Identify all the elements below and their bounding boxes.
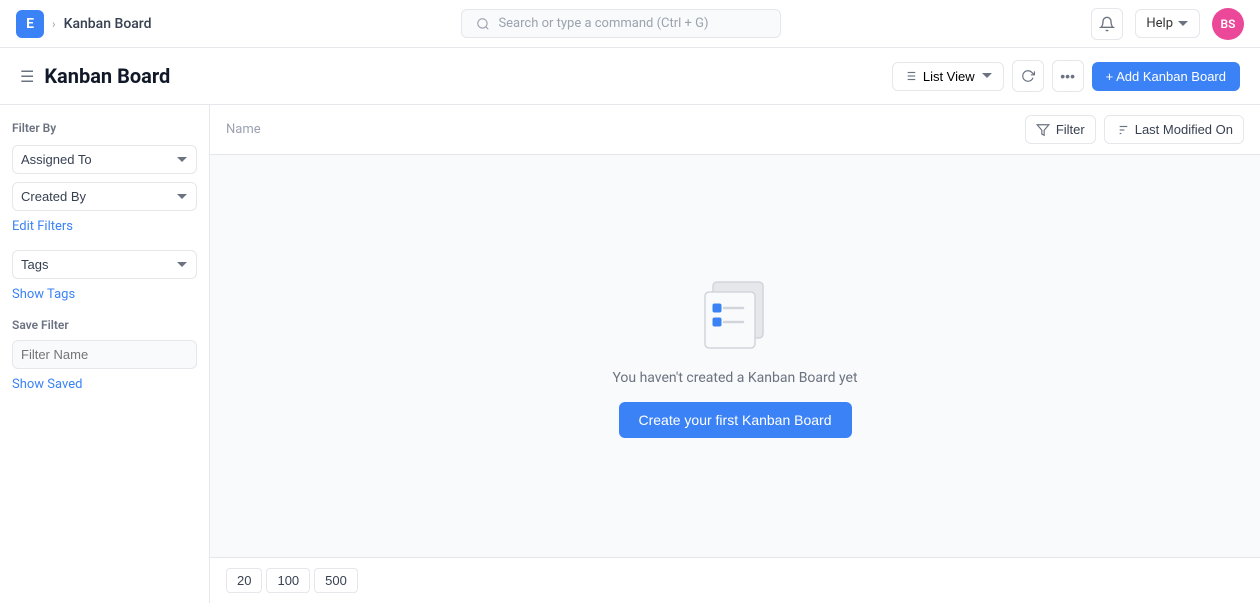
help-label: Help <box>1146 16 1173 31</box>
refresh-icon <box>1021 69 1035 83</box>
search-icon <box>476 17 490 31</box>
show-saved-link[interactable]: Show Saved <box>12 377 197 392</box>
more-options-button[interactable]: ••• <box>1052 60 1084 92</box>
create-kanban-button[interactable]: Create your first Kanban Board <box>619 402 852 438</box>
view-chevron-icon <box>981 70 993 82</box>
nav-right: Help BS <box>1091 8 1244 40</box>
chevron-down-icon <box>1177 18 1189 30</box>
empty-message: You haven't created a Kanban Board yet <box>612 370 857 386</box>
edit-filters-link[interactable]: Edit Filters <box>12 219 197 234</box>
toolbar-right: Filter Last Modified On <box>1025 115 1244 144</box>
refresh-button[interactable] <box>1012 60 1044 92</box>
pagination-20[interactable]: 20 <box>226 568 262 593</box>
page-header-left: ☰ Kanban Board <box>20 64 170 88</box>
sidebar: Filter By Assigned To Created By Edit Fi… <box>0 105 210 603</box>
app-icon[interactable]: E <box>16 10 44 38</box>
nav-center: Search or type a command (Ctrl + G) <box>152 9 1092 38</box>
sort-icon <box>1115 123 1129 137</box>
top-nav: E › Kanban Board Search or type a comman… <box>0 0 1260 48</box>
save-filter-section: Save Filter Show Saved <box>12 318 197 392</box>
name-column-header: Name <box>226 122 261 137</box>
avatar[interactable]: BS <box>1212 8 1244 40</box>
add-kanban-board-button[interactable]: + Add Kanban Board <box>1092 62 1240 91</box>
list-view-icon <box>903 69 917 83</box>
bell-icon <box>1099 16 1115 32</box>
pagination-500[interactable]: 500 <box>314 568 358 593</box>
list-view-button[interactable]: List View <box>892 62 1004 91</box>
tags-filter[interactable]: Tags <box>12 250 197 279</box>
empty-state: You haven't created a Kanban Board yet C… <box>210 155 1260 557</box>
ellipsis-icon: ••• <box>1060 68 1075 84</box>
pagination-100[interactable]: 100 <box>266 568 310 593</box>
filter-label: Filter <box>1056 122 1085 137</box>
nav-breadcrumb-title: Kanban Board <box>64 16 152 32</box>
filter-icon <box>1036 123 1050 137</box>
search-bar[interactable]: Search or type a command (Ctrl + G) <box>461 9 781 38</box>
filter-button[interactable]: Filter <box>1025 115 1096 144</box>
add-label: + Add Kanban Board <box>1106 69 1226 84</box>
pagination: 20 100 500 <box>210 557 1260 603</box>
empty-illustration <box>695 274 775 354</box>
search-placeholder: Search or type a command (Ctrl + G) <box>498 16 708 31</box>
notification-bell-button[interactable] <box>1091 8 1123 40</box>
content-area: Name Filter Last Modified On <box>210 105 1260 603</box>
help-button[interactable]: Help <box>1135 9 1200 38</box>
filter-name-input[interactable] <box>12 340 197 369</box>
page-header: ☰ Kanban Board List View ••• + Add Kanba… <box>0 48 1260 105</box>
nav-left: E › Kanban Board <box>16 10 152 38</box>
sort-button[interactable]: Last Modified On <box>1104 115 1244 144</box>
list-view-label: List View <box>923 69 975 84</box>
show-tags-link[interactable]: Show Tags <box>12 287 197 302</box>
save-filter-label: Save Filter <box>12 318 197 332</box>
filter-by-label: Filter By <box>12 121 197 135</box>
menu-icon[interactable]: ☰ <box>20 67 34 86</box>
sort-label: Last Modified On <box>1135 122 1233 137</box>
assigned-to-filter[interactable]: Assigned To <box>12 145 197 174</box>
page-header-right: List View ••• + Add Kanban Board <box>892 60 1240 92</box>
main-layout: Filter By Assigned To Created By Edit Fi… <box>0 105 1260 603</box>
tags-section: Tags Show Tags <box>12 250 197 302</box>
breadcrumb-chevron: › <box>52 17 56 31</box>
created-by-filter[interactable]: Created By <box>12 182 197 211</box>
content-toolbar: Name Filter Last Modified On <box>210 105 1260 155</box>
page-title: Kanban Board <box>44 64 170 88</box>
